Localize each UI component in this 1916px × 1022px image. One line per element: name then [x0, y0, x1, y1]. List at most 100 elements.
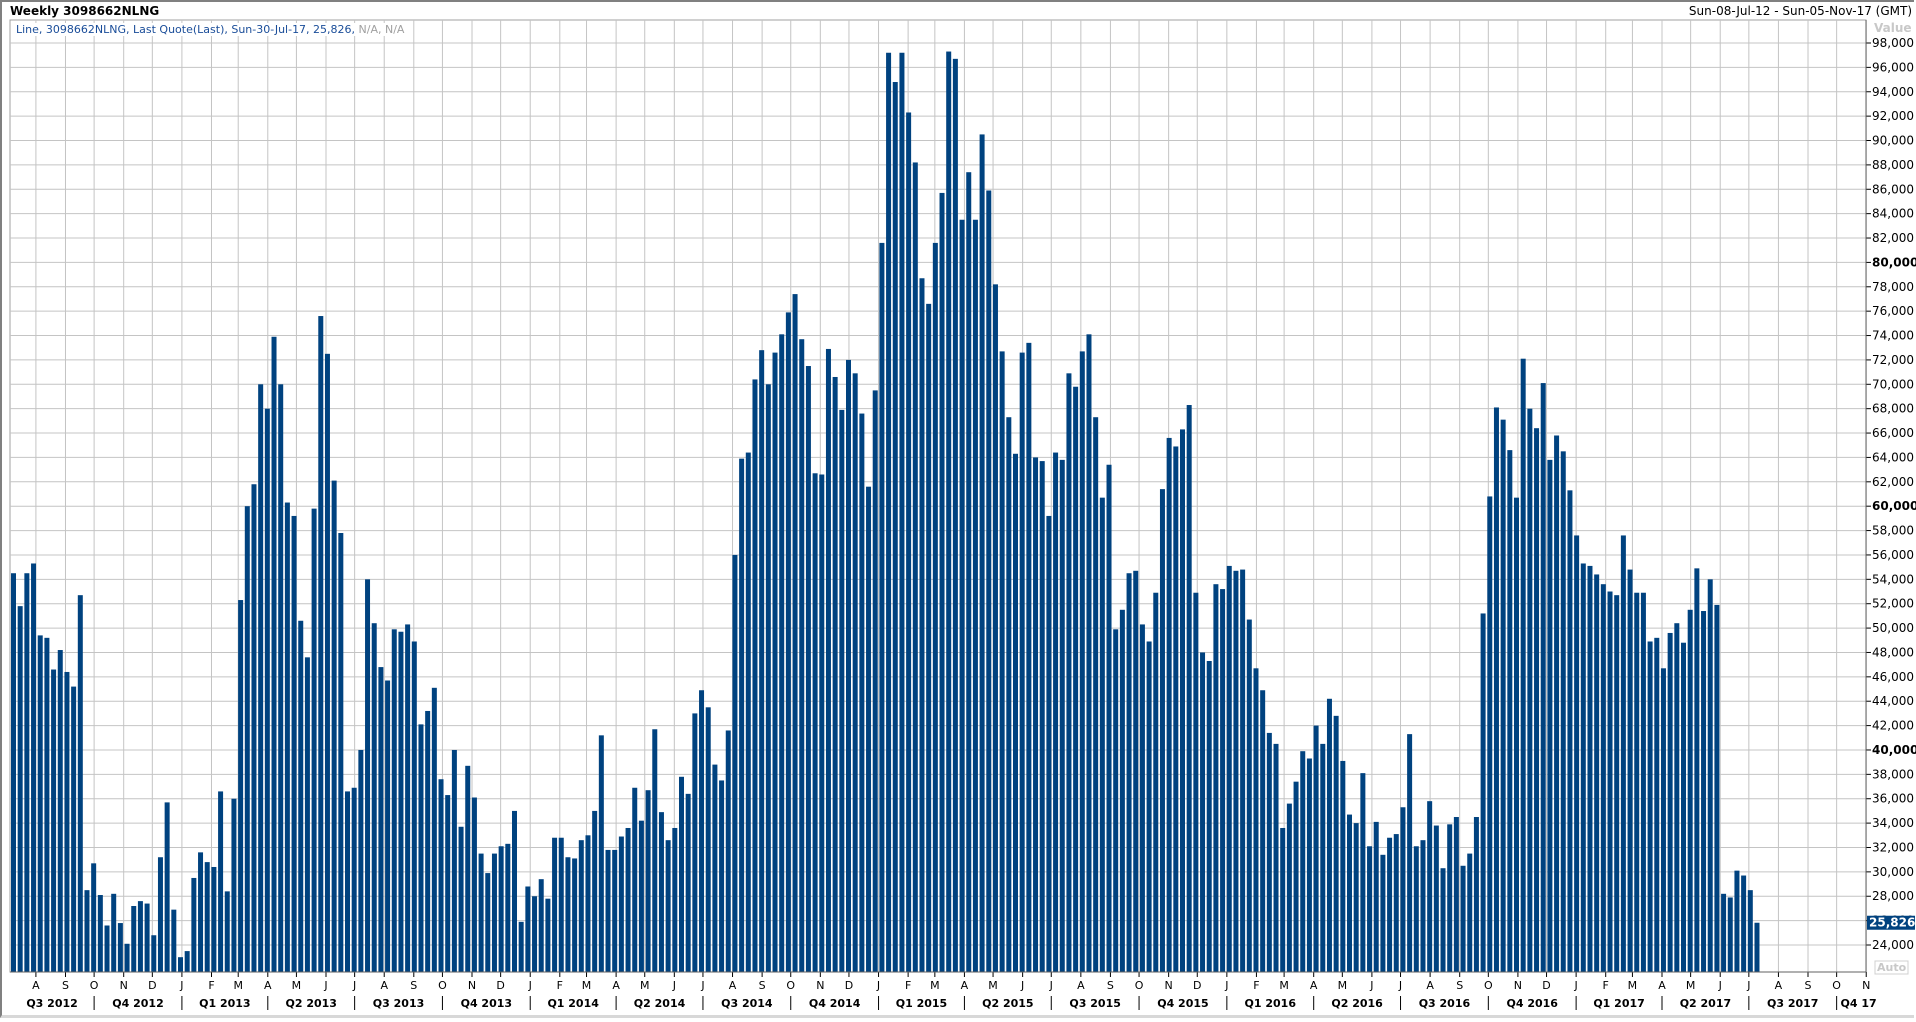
bar[interactable]	[1540, 383, 1546, 972]
bar[interactable]	[1627, 569, 1633, 972]
bar[interactable]	[538, 879, 544, 972]
bar[interactable]	[558, 837, 564, 972]
bar[interactable]	[1640, 592, 1646, 972]
bar[interactable]	[685, 793, 691, 972]
bar[interactable]	[238, 600, 244, 972]
bar[interactable]	[171, 909, 177, 972]
bar[interactable]	[178, 957, 183, 972]
bar-chart[interactable]: 24,00026,00028,00030,00032,00034,00036,0…	[0, 0, 1916, 1022]
bar[interactable]	[959, 219, 965, 973]
bar[interactable]	[932, 242, 938, 972]
bar[interactable]	[264, 408, 270, 973]
bar[interactable]	[1280, 827, 1286, 972]
bar[interactable]	[1534, 428, 1540, 973]
bar[interactable]	[418, 724, 424, 972]
bar[interactable]	[1453, 817, 1459, 972]
bar[interactable]	[1727, 897, 1733, 972]
bar[interactable]	[812, 473, 818, 972]
bar[interactable]	[131, 905, 137, 972]
bar[interactable]	[1681, 642, 1686, 972]
bar[interactable]	[31, 563, 37, 972]
bar[interactable]	[184, 951, 190, 972]
bar[interactable]	[278, 384, 284, 972]
bar[interactable]	[1260, 690, 1266, 972]
bar[interactable]	[1560, 451, 1566, 972]
bar[interactable]	[1580, 563, 1586, 972]
bar[interactable]	[652, 729, 658, 972]
bar[interactable]	[498, 846, 504, 972]
bar[interactable]	[1660, 668, 1666, 972]
bar[interactable]	[1574, 535, 1580, 972]
bar[interactable]	[819, 474, 825, 972]
bar[interactable]	[311, 508, 317, 972]
bar[interactable]	[451, 749, 457, 972]
bar[interactable]	[1554, 435, 1560, 972]
bar[interactable]	[1500, 419, 1506, 972]
bar[interactable]	[471, 797, 477, 972]
bar[interactable]	[779, 334, 785, 972]
bar[interactable]	[391, 629, 397, 972]
bar[interactable]	[625, 827, 631, 972]
bar[interactable]	[752, 379, 758, 972]
bar[interactable]	[1741, 875, 1747, 972]
bar[interactable]	[705, 707, 711, 972]
bar[interactable]	[1347, 814, 1352, 972]
bar[interactable]	[1520, 358, 1526, 972]
bar[interactable]	[57, 650, 63, 972]
bar[interactable]	[164, 802, 170, 972]
bar[interactable]	[104, 925, 110, 972]
bar[interactable]	[926, 303, 932, 973]
bar[interactable]	[899, 52, 905, 973]
bar[interactable]	[679, 776, 684, 972]
bar[interactable]	[485, 873, 491, 972]
bar[interactable]	[839, 409, 845, 972]
bar[interactable]	[792, 294, 798, 972]
bar[interactable]	[1460, 865, 1466, 972]
bar[interactable]	[532, 896, 538, 972]
bar[interactable]	[919, 278, 925, 972]
bar[interactable]	[592, 810, 598, 972]
bar[interactable]	[645, 790, 651, 972]
bar[interactable]	[759, 350, 765, 972]
bar[interactable]	[304, 657, 310, 972]
bar[interactable]	[1226, 565, 1232, 972]
bar[interactable]	[1326, 698, 1332, 972]
bar[interactable]	[832, 376, 838, 973]
bar[interactable]	[719, 780, 725, 972]
bar[interactable]	[1507, 450, 1513, 973]
bar[interactable]	[365, 579, 371, 972]
bar[interactable]	[1360, 773, 1366, 972]
bar[interactable]	[1106, 464, 1112, 972]
bar[interactable]	[1514, 497, 1519, 972]
bar[interactable]	[1193, 592, 1199, 972]
bar[interactable]	[692, 713, 698, 972]
bar[interactable]	[478, 853, 484, 972]
bar[interactable]	[17, 606, 23, 972]
bar[interactable]	[565, 857, 571, 972]
bar[interactable]	[398, 631, 404, 972]
bar[interactable]	[1159, 489, 1165, 972]
bar[interactable]	[371, 623, 377, 972]
bar[interactable]	[1200, 652, 1206, 972]
bar[interactable]	[892, 82, 898, 973]
bar[interactable]	[405, 624, 411, 972]
bar[interactable]	[1026, 342, 1032, 972]
bar[interactable]	[425, 710, 431, 972]
bar[interactable]	[1607, 591, 1613, 972]
bar[interactable]	[465, 765, 471, 972]
bar[interactable]	[712, 764, 718, 972]
bar[interactable]	[1173, 446, 1179, 972]
bar[interactable]	[1747, 890, 1753, 972]
bar[interactable]	[51, 669, 57, 972]
bar[interactable]	[1220, 589, 1226, 972]
bar[interactable]	[1480, 613, 1486, 972]
bar[interactable]	[1427, 801, 1433, 972]
bar[interactable]	[852, 373, 858, 972]
bar[interactable]	[44, 637, 50, 972]
bar[interactable]	[1634, 592, 1640, 972]
bar[interactable]	[204, 862, 210, 972]
bar[interactable]	[572, 858, 578, 972]
bar[interactable]	[1246, 619, 1252, 972]
bar[interactable]	[1387, 837, 1393, 972]
bar[interactable]	[298, 620, 304, 972]
